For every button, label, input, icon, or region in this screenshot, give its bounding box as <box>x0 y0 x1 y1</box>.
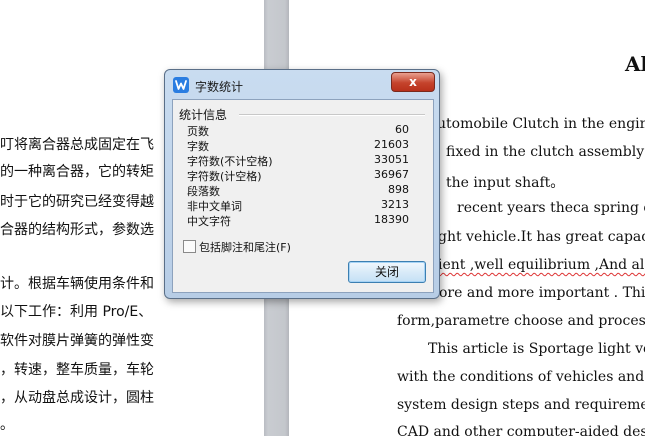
stat-row-paragraphs: 段落数 898 <box>187 183 409 198</box>
stat-value: 33051 <box>374 153 409 166</box>
word-count-dialog: 字数统计 x 统计信息 页数 60 字数 21603 字符数(不计空格) 330… <box>164 69 440 299</box>
stat-label: 页数 <box>187 125 209 138</box>
right-text-line: form,parametre choose and process of <box>397 313 645 329</box>
stat-label: 字符数(不计空格) <box>187 155 273 168</box>
include-footnotes-checkbox[interactable] <box>183 240 196 253</box>
left-text-line: ，转速，整车质量，车轮 <box>0 362 154 378</box>
right-text-line: system design steps and requirements, <box>397 397 645 413</box>
left-text-line: 叮将离合器总成固定在飞 <box>0 137 154 153</box>
dialog-title: 字数统计 <box>195 80 244 94</box>
left-text-line: 计。根据车辆使用条件和 <box>0 276 154 292</box>
stat-value: 18390 <box>374 213 409 226</box>
abstract-heading: Al <box>625 52 645 76</box>
stat-label: 非中文单词 <box>187 200 242 213</box>
right-text-line: utomobile Clutch in the engine <box>437 116 645 132</box>
right-text-line: CAD and other computer-aided desig <box>397 424 645 436</box>
left-text-line: 的一种离合器，它的转矩 <box>0 164 154 180</box>
left-text-line: ，从动盘总成设计，圆柱 <box>0 390 154 406</box>
left-text-line: 时于它的研究已经变得越 <box>0 194 154 210</box>
close-window-button[interactable]: x <box>391 72 435 92</box>
close-dialog-button[interactable]: 关闭 <box>348 261 426 283</box>
wps-app-icon <box>173 77 189 93</box>
right-text-line: ore and more important . This <box>439 285 645 301</box>
dialog-titlebar[interactable]: 字数统计 x <box>165 70 439 98</box>
stat-label: 字符数(计空格) <box>187 170 262 183</box>
right-text-line: ght vehicle.It has great capacity <box>438 229 645 245</box>
right-text-line: fixed in the clutch assembly af <box>446 144 645 160</box>
stat-value: 21603 <box>374 138 409 151</box>
right-text-line: the input shaft。 <box>446 175 565 191</box>
statistics-group-title: 统计信息 <box>179 106 232 123</box>
stat-value: 3213 <box>381 198 409 211</box>
stat-label: 中文字符 <box>187 215 231 228</box>
stat-row-pages: 页数 60 <box>187 123 409 138</box>
stat-row-chars-with-spaces: 字符数(计空格) 36967 <box>187 168 409 183</box>
left-text-line: 以下工作：利用 Pro/E、 <box>0 304 153 320</box>
stat-value: 60 <box>395 123 409 136</box>
stat-row-chars-no-spaces: 字符数(不计空格) 33051 <box>187 153 409 168</box>
stat-row-chinese-chars: 中文字符 18390 <box>187 213 409 228</box>
left-text-line: 软件对膜片弹簧的弹性变 <box>0 333 154 349</box>
right-text-line: with the conditions of vehicles and <box>397 369 645 385</box>
stat-value: 36967 <box>374 168 409 181</box>
close-icon: x <box>409 75 417 89</box>
include-footnotes-label[interactable]: 包括脚注和尾注(F) <box>199 239 291 255</box>
right-text-line: ient ,well equilibrium ,And also <box>438 257 645 273</box>
stat-label: 字数 <box>187 140 209 153</box>
stat-row-non-chinese-words: 非中文单词 3213 <box>187 198 409 213</box>
right-text-line: recent years theca spring clut <box>457 200 645 216</box>
dialog-content: 统计信息 页数 60 字数 21603 字符数(不计空格) 33051 字符数(… <box>172 99 434 293</box>
left-text-line: 合器的结构形式，参数选 <box>0 222 154 238</box>
stat-label: 段落数 <box>187 185 220 198</box>
group-divider <box>239 114 425 116</box>
stat-row-words: 字数 21603 <box>187 138 409 153</box>
right-text-line: This article is Sportage light vehi <box>428 341 645 357</box>
left-text-line: 。 <box>0 417 14 433</box>
stat-value: 898 <box>388 183 409 196</box>
